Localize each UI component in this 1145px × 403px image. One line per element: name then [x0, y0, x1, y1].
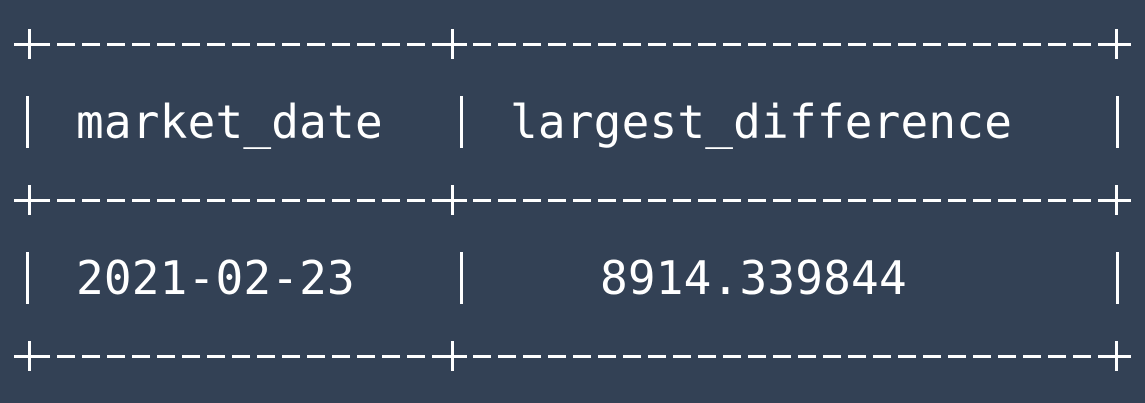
border-dash — [32, 199, 445, 202]
table-row: 2021-02-23 8914.339844 — [22, 252, 1123, 304]
column-header-largest-difference: largest_difference — [510, 95, 1013, 149]
border-dash — [32, 43, 445, 46]
cell-market-date: 2021-02-23 — [76, 251, 355, 305]
border-dash — [473, 199, 1113, 202]
border-dash — [32, 355, 445, 358]
column-separator — [1116, 96, 1119, 148]
border-junction — [437, 341, 467, 371]
border-junction — [437, 185, 467, 215]
border-corner — [1101, 29, 1131, 59]
cell-largest-difference: 8914.339844 — [600, 251, 907, 305]
border-dash — [473, 43, 1113, 46]
border-dash — [473, 355, 1113, 358]
column-separator — [26, 252, 29, 304]
table-border-header — [14, 174, 1131, 226]
border-corner — [1101, 341, 1131, 371]
column-separator — [26, 96, 29, 148]
border-corner — [1101, 185, 1131, 215]
column-separator — [460, 252, 463, 304]
table-border-top — [14, 18, 1131, 70]
table-border-bottom — [14, 330, 1131, 382]
table-header-row: market_date largest_difference — [22, 96, 1123, 148]
terminal-output: market_date largest_difference 2021-02-2… — [0, 0, 1145, 403]
column-separator — [1116, 252, 1119, 304]
column-header-market-date: market_date — [76, 95, 383, 149]
border-junction — [437, 29, 467, 59]
column-separator — [460, 96, 463, 148]
